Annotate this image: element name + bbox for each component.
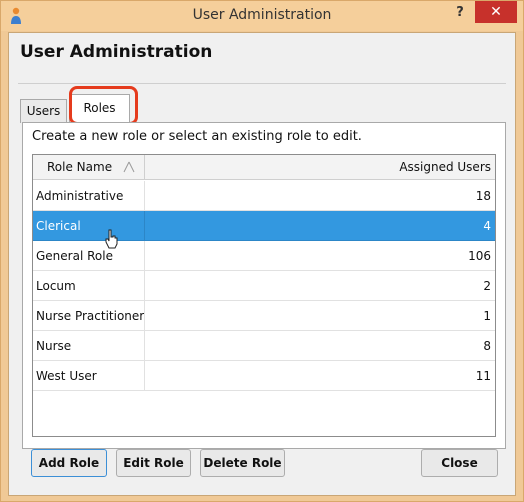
table-header: Role Name Assigned Users bbox=[33, 155, 495, 180]
assigned-users-cell: 18 bbox=[475, 189, 491, 203]
role-name-cell: West User bbox=[33, 361, 145, 391]
close-button[interactable]: Close bbox=[421, 449, 498, 477]
assigned-users-cell: 1 bbox=[483, 309, 491, 323]
role-name-cell: Clerical bbox=[33, 211, 145, 241]
role-name-cell: Nurse Practitioner bbox=[33, 301, 145, 331]
help-button[interactable]: ? bbox=[449, 3, 471, 23]
table-row[interactable]: Nurse Practitioner 1 bbox=[33, 301, 495, 331]
assigned-users-cell: 8 bbox=[483, 339, 491, 353]
assigned-users-cell: 2 bbox=[483, 279, 491, 293]
instruction-text: Create a new role or select an existing … bbox=[32, 129, 362, 144]
role-name-cell: General Role bbox=[33, 241, 145, 271]
table-row[interactable]: Locum 2 bbox=[33, 271, 495, 301]
dialog-body: User Administration Users Roles Create a… bbox=[8, 32, 516, 496]
role-name-cell: Locum bbox=[33, 271, 145, 301]
tab-users[interactable]: Users bbox=[20, 99, 67, 123]
page-title: User Administration bbox=[20, 42, 213, 62]
add-role-button[interactable]: Add Role bbox=[31, 449, 107, 477]
table-row[interactable]: General Role 106 bbox=[33, 241, 495, 271]
delete-role-button[interactable]: Delete Role bbox=[200, 449, 285, 477]
app-window: User Administration ? ✕ User Administrat… bbox=[0, 0, 524, 502]
roles-table: Role Name Assigned Users Administrative 1… bbox=[32, 154, 496, 437]
divider bbox=[18, 83, 506, 84]
table-row[interactable]: Clerical 4 bbox=[33, 211, 495, 249]
table-row[interactable]: West User 11 bbox=[33, 361, 495, 391]
table-row[interactable]: Administrative 18 bbox=[33, 181, 495, 211]
column-header-label: Assigned Users bbox=[399, 160, 491, 174]
role-name-cell: Administrative bbox=[33, 181, 145, 211]
window-close-button[interactable]: ✕ bbox=[475, 1, 517, 23]
sort-ascending-icon bbox=[123, 161, 135, 173]
roles-panel: Create a new role or select an existing … bbox=[22, 122, 506, 449]
roles-tab-highlight bbox=[69, 86, 138, 125]
title-bar[interactable]: User Administration ? ✕ bbox=[1, 1, 523, 31]
column-header-assigned-users[interactable]: Assigned Users bbox=[146, 155, 495, 180]
table-row[interactable]: Nurse 8 bbox=[33, 331, 495, 361]
role-name-cell: Nurse bbox=[33, 331, 145, 361]
window-title: User Administration bbox=[192, 7, 332, 23]
assigned-users-cell: 11 bbox=[475, 369, 491, 383]
assigned-users-cell: 4 bbox=[483, 219, 491, 233]
assigned-users-cell: 106 bbox=[468, 249, 491, 263]
edit-role-button[interactable]: Edit Role bbox=[116, 449, 191, 477]
column-header-label: Role Name bbox=[47, 160, 113, 174]
